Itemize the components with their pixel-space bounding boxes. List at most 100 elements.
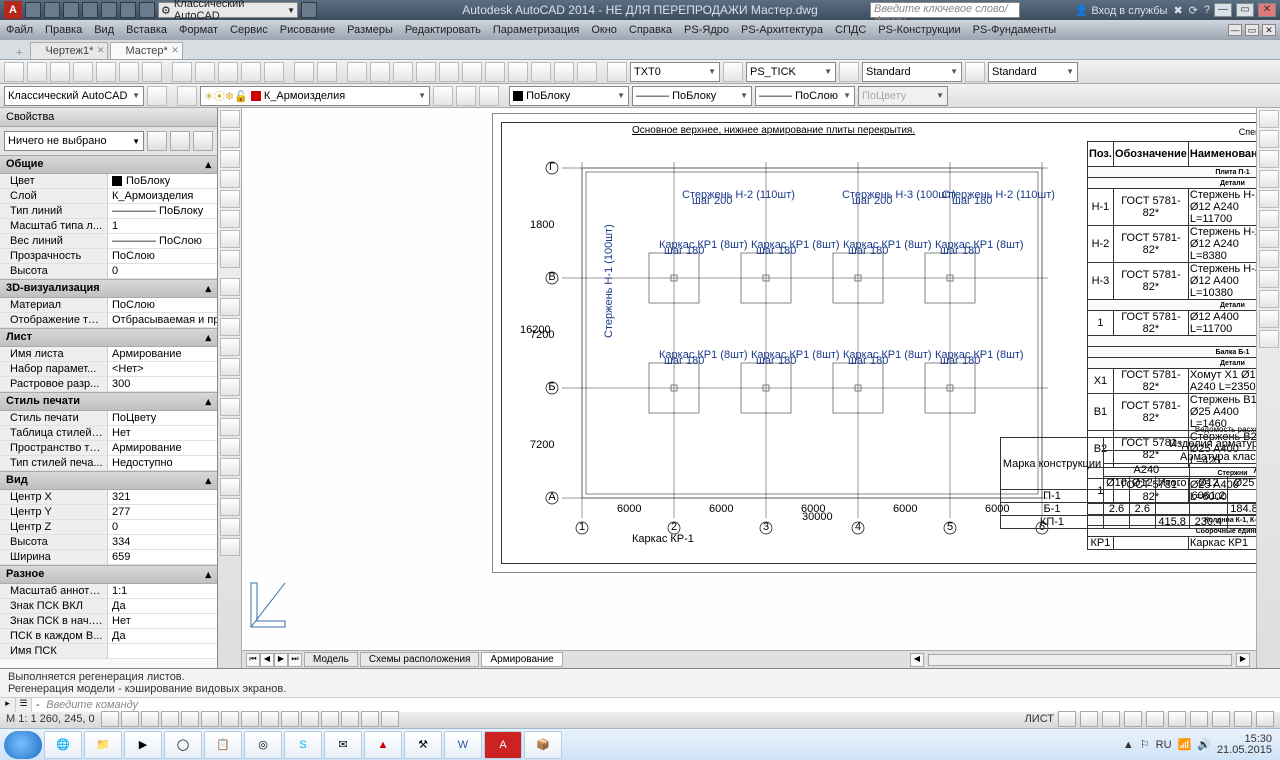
mleader-style-combo[interactable]: Standard▼ xyxy=(988,62,1078,82)
quick-select-icon[interactable] xyxy=(147,131,167,151)
trim-icon[interactable] xyxy=(220,378,240,396)
word-icon[interactable]: W xyxy=(444,731,482,759)
tray-volume-icon[interactable]: 🔊 xyxy=(1197,738,1211,751)
collapse-icon[interactable]: ▴ xyxy=(205,158,211,171)
prop-icon[interactable] xyxy=(439,62,459,82)
workspace-combo-2[interactable]: Классический AutoCAD▼ xyxy=(4,86,144,106)
ps-icon[interactable] xyxy=(1259,250,1279,268)
copy-icon[interactable] xyxy=(220,298,240,316)
prop-row[interactable]: Знак ПСК в нач. ...Нет xyxy=(0,614,217,629)
list-icon[interactable] xyxy=(1259,190,1279,208)
grid-toggle[interactable] xyxy=(121,711,139,727)
workspace-combo[interactable]: ⚙ Классический AutoCAD ▼ xyxy=(158,2,298,18)
layout-tab-model[interactable]: Модель xyxy=(304,652,358,667)
prop-section[interactable]: Лист▴ xyxy=(0,328,217,347)
ps-icon[interactable] xyxy=(1259,270,1279,288)
tool-icon[interactable]: ◎ xyxy=(244,731,282,759)
login-button[interactable]: 👤 Вход в службы xyxy=(1075,4,1168,17)
ps-icon[interactable] xyxy=(1259,210,1279,228)
menu-dimension[interactable]: Размеры xyxy=(347,24,393,36)
sc-toggle[interactable] xyxy=(321,711,339,727)
menu-ps-arch[interactable]: PS-Архитектура xyxy=(741,24,823,36)
osnap-toggle[interactable] xyxy=(181,711,199,727)
prop-row[interactable]: ЦветПоБлоку xyxy=(0,174,217,189)
prop-row[interactable]: Вес линий———— ПоСлою xyxy=(0,234,217,249)
markup-icon[interactable] xyxy=(531,62,551,82)
cmd-menu-icon[interactable]: ▸ xyxy=(0,698,16,712)
prop-row[interactable]: Тип стилей печа...Недоступно xyxy=(0,456,217,471)
prop-row[interactable]: Масштаб аннота...1:1 xyxy=(0,584,217,599)
model-paper-toggle[interactable]: ЛИСТ xyxy=(1025,713,1054,725)
prop-row[interactable]: Центр Y277 xyxy=(0,505,217,520)
ellipse-icon[interactable] xyxy=(220,210,240,228)
new-tab-plus[interactable]: + xyxy=(10,47,28,59)
infocenter-search[interactable]: Введите ключевое слово/фразу xyxy=(870,2,1020,18)
menu-tools[interactable]: Сервис xyxy=(230,24,268,36)
zoom-icon[interactable] xyxy=(370,62,390,82)
zoomwin-icon[interactable] xyxy=(393,62,413,82)
redo-icon[interactable] xyxy=(317,62,337,82)
prop-row[interactable]: Высота0 xyxy=(0,264,217,279)
id-icon[interactable] xyxy=(1259,170,1279,188)
rotate-icon[interactable] xyxy=(220,318,240,336)
am-toggle[interactable] xyxy=(341,711,359,727)
undo-icon[interactable] xyxy=(294,62,314,82)
arc-icon[interactable] xyxy=(220,170,240,188)
paste-icon[interactable] xyxy=(218,62,238,82)
zoomprev-icon[interactable] xyxy=(416,62,436,82)
hatch-icon[interactable] xyxy=(220,230,240,248)
tab-prev-icon[interactable]: ◀ xyxy=(260,653,274,667)
tray-network-icon[interactable]: 📶 xyxy=(1178,738,1192,751)
lineweight-combo[interactable]: ——— ПоСлою▼ xyxy=(755,86,855,106)
open-icon[interactable] xyxy=(44,2,60,18)
a360-icon[interactable]: ⟳ xyxy=(1189,4,1198,17)
linetype-combo[interactable]: ——— ПоБлоку▼ xyxy=(632,86,752,106)
scroll-left-icon[interactable]: ◀ xyxy=(910,653,924,667)
table-style-btn[interactable] xyxy=(839,62,859,82)
prop-row[interactable]: Стиль печатиПоЦвету xyxy=(0,411,217,426)
rect-icon[interactable] xyxy=(220,190,240,208)
notepad-icon[interactable]: 📋 xyxy=(204,731,242,759)
plot-icon[interactable] xyxy=(101,2,117,18)
prop-row[interactable]: Имя листаАрмирование xyxy=(0,347,217,362)
layer-manager-icon[interactable] xyxy=(177,86,197,106)
prop-row[interactable]: Пространство та...Армирование xyxy=(0,441,217,456)
saveas-icon[interactable] xyxy=(82,2,98,18)
prop-row[interactable]: Высота334 xyxy=(0,535,217,550)
ps-icon[interactable] xyxy=(1259,290,1279,308)
dim-style-btn[interactable] xyxy=(723,62,743,82)
menu-ps-constr[interactable]: PS-Конструкции xyxy=(878,24,960,36)
ps-icon[interactable] xyxy=(1259,330,1279,348)
close-icon[interactable]: ✕ xyxy=(97,45,105,56)
table-style-combo[interactable]: Standard▼ xyxy=(862,62,962,82)
workspace-settings-icon[interactable] xyxy=(147,86,167,106)
help-icon[interactable] xyxy=(577,62,597,82)
minimize-button[interactable]: — xyxy=(1214,3,1232,17)
matchprop-icon[interactable] xyxy=(241,62,261,82)
pline-icon[interactable] xyxy=(220,130,240,148)
prop-row[interactable]: Набор парамет...<Нет> xyxy=(0,362,217,377)
prop-section[interactable]: 3D-визуализация▴ xyxy=(0,279,217,298)
fillet-icon[interactable] xyxy=(220,458,240,476)
mirror-icon[interactable] xyxy=(220,438,240,456)
annoscale-icon[interactable] xyxy=(1102,711,1120,727)
pdf-icon[interactable]: ▲ xyxy=(364,731,402,759)
ducs-toggle[interactable] xyxy=(221,711,239,727)
angle-icon[interactable] xyxy=(1259,150,1279,168)
menu-ps-core[interactable]: PS-Ядро xyxy=(684,24,729,36)
lock-icon[interactable] xyxy=(1168,711,1186,727)
clock[interactable]: 15:3021.05.2015 xyxy=(1217,734,1276,756)
prop-row[interactable]: Ширина659 xyxy=(0,550,217,565)
dc-icon[interactable] xyxy=(462,62,482,82)
qat-dropdown[interactable] xyxy=(301,2,317,18)
mtext-icon[interactable] xyxy=(220,538,240,556)
sheet-set-icon[interactable] xyxy=(508,62,528,82)
copy-icon[interactable] xyxy=(195,62,215,82)
preview-icon[interactable] xyxy=(96,62,116,82)
prop-row[interactable]: Растровое разр...300 xyxy=(0,377,217,392)
collapse-icon[interactable]: ▴ xyxy=(205,568,211,581)
start-button[interactable] xyxy=(4,731,42,759)
max-vp-icon[interactable] xyxy=(1058,711,1076,727)
menu-modify[interactable]: Редактировать xyxy=(405,24,481,36)
prop-row[interactable]: Имя ПСК xyxy=(0,644,217,659)
